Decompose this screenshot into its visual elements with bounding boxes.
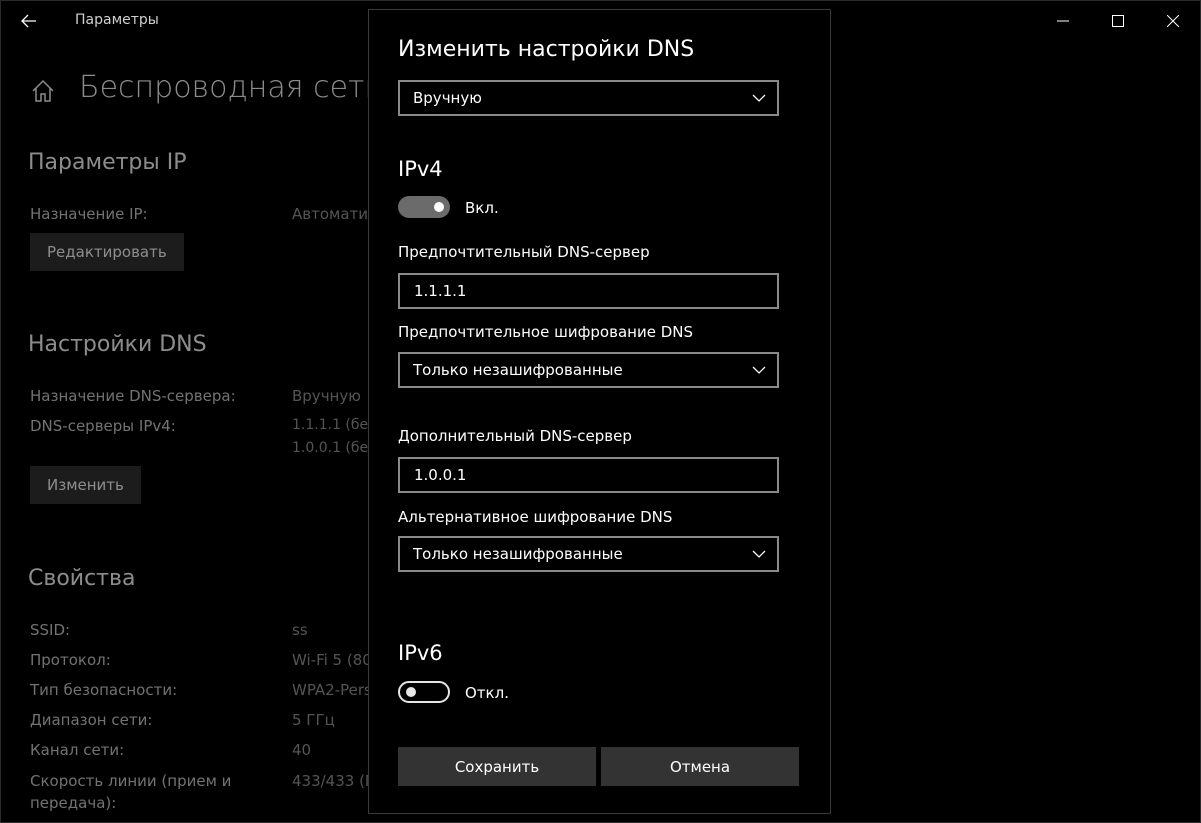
dns-settings-heading: Настройки DNS <box>28 332 207 357</box>
property-label: SSID: <box>30 621 71 639</box>
dns-ipv4-value-1: 1.1.1.1 (без <box>292 417 376 433</box>
page-title: Беспроводная сеть <box>79 70 383 105</box>
dns-assignment-label: Назначение DNS-сервера: <box>30 387 236 405</box>
ipv6-toggle[interactable] <box>398 681 450 703</box>
preferred-encryption-value: Только незашифрованные <box>413 361 623 379</box>
alternate-encryption-label: Альтернативное шифрование DNS <box>398 508 673 526</box>
ip-settings-heading: Параметры IP <box>28 150 187 175</box>
ipv6-toggle-label: Откл. <box>465 684 509 702</box>
property-value: WPA2-Pers <box>292 681 372 699</box>
property-label: передача): <box>30 794 117 812</box>
properties-heading: Свойства <box>28 566 136 591</box>
maximize-icon <box>1112 15 1124 27</box>
close-icon <box>1167 15 1179 27</box>
minimize-icon <box>1057 20 1069 22</box>
property-label: Протокол: <box>30 651 111 669</box>
dns-mode-value: Вручную <box>413 89 482 107</box>
ipv4-heading: IPv4 <box>398 157 443 181</box>
dns-ipv4-label: DNS-серверы IPv4: <box>30 417 176 435</box>
edit-ip-button[interactable]: Редактировать <box>30 233 184 271</box>
property-value: 40 <box>292 741 312 759</box>
maximize-button[interactable] <box>1095 6 1141 36</box>
ipv4-toggle[interactable] <box>398 196 450 218</box>
app-title: Параметры <box>75 12 159 28</box>
edit-dns-dialog: Изменить настройки DNS Вручную IPv4 Вкл.… <box>368 9 831 814</box>
alternate-dns-label: Дополнительный DNS-сервер <box>398 427 632 445</box>
toggle-knob <box>434 202 444 212</box>
dns-assignment-value: Вручную <box>292 387 361 405</box>
dns-ipv4-value-2: 1.0.0.1 (без <box>292 440 376 456</box>
property-label: Тип безопасности: <box>30 681 178 699</box>
chevron-down-icon <box>752 366 766 374</box>
alternate-encryption-select[interactable]: Только незашифрованные <box>398 536 779 572</box>
dialog-title: Изменить настройки DNS <box>398 37 695 62</box>
change-dns-button[interactable]: Изменить <box>30 466 141 504</box>
property-label: Диапазон сети: <box>30 711 153 729</box>
property-value: Wi-Fi 5 (80 <box>292 651 372 669</box>
dns-mode-select[interactable]: Вручную <box>398 80 779 116</box>
property-value: ss <box>292 621 308 639</box>
preferred-dns-label: Предпочтительный DNS-сервер <box>398 243 650 261</box>
close-button[interactable] <box>1150 6 1196 36</box>
property-label: Канал сети: <box>30 741 125 759</box>
preferred-encryption-select[interactable]: Только незашифрованные <box>398 352 779 388</box>
back-button[interactable] <box>14 8 44 34</box>
home-button[interactable] <box>30 78 56 104</box>
chevron-down-icon <box>752 550 766 558</box>
back-arrow-icon <box>21 14 36 28</box>
ip-assignment-value: Автоматич <box>292 205 377 223</box>
alternate-dns-input[interactable]: 1.0.0.1 <box>398 457 779 493</box>
property-label: Скорость линии (прием и <box>30 772 232 790</box>
settings-window: Параметры Беспроводная сеть Параметры IP… <box>0 0 1201 823</box>
preferred-encryption-label: Предпочтительное шифрование DNS <box>398 323 693 341</box>
chevron-down-icon <box>752 94 766 102</box>
home-icon <box>32 79 54 102</box>
save-button[interactable]: Сохранить <box>398 747 596 786</box>
property-value: 433/433 (M <box>292 772 378 790</box>
property-value: 5 ГГц <box>292 711 335 729</box>
preferred-dns-input[interactable]: 1.1.1.1 <box>398 273 779 309</box>
ipv4-toggle-label: Вкл. <box>465 199 499 217</box>
minimize-button[interactable] <box>1040 6 1086 36</box>
cancel-button[interactable]: Отмена <box>601 747 799 786</box>
ip-assignment-label: Назначение IP: <box>30 205 148 223</box>
alternate-encryption-value: Только незашифрованные <box>413 545 623 563</box>
toggle-knob <box>406 687 416 697</box>
ipv6-heading: IPv6 <box>398 641 443 665</box>
